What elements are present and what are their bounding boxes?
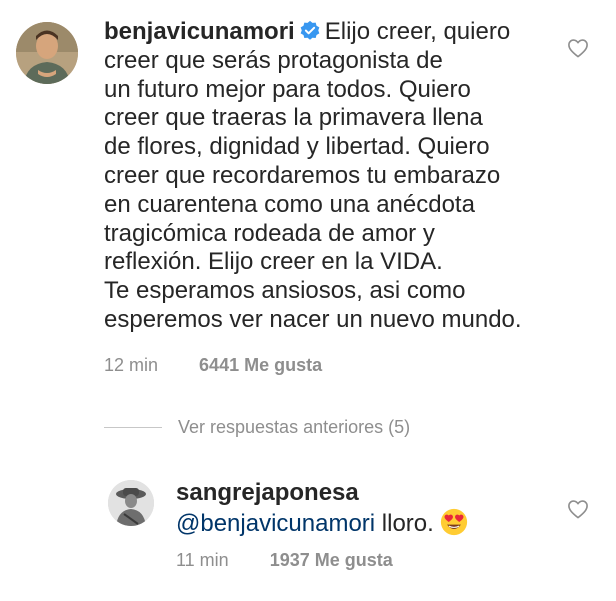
main-comment: benjavicunamori Elijo creer, quiero cree…	[0, 0, 616, 400]
replies-divider	[104, 426, 162, 428]
comment-body: benjavicunamori Elijo creer, quiero cree…	[104, 18, 554, 335]
heart-outline-icon[interactable]	[567, 38, 589, 58]
reply-username[interactable]: sangrejaponesa	[176, 478, 556, 508]
mention-link[interactable]: @benjavicunamori	[176, 510, 375, 537]
comment-text: Elijo creer, quiero creer que serás prot…	[104, 18, 522, 333]
avatar[interactable]	[16, 22, 78, 84]
reply-avatar[interactable]	[108, 480, 154, 526]
comment-meta: 12 min 6441 Me gusta	[104, 354, 322, 376]
view-previous-replies-label: Ver respuestas anteriores (5)	[178, 417, 411, 437]
reply-body: sangrejaponesa @benjavicunamori lloro.	[176, 478, 556, 539]
heart-eyes-emoji-icon	[440, 508, 467, 536]
reply-heart-outline-icon[interactable]	[567, 499, 589, 519]
view-previous-replies-button[interactable]: Ver respuestas anteriores (5)	[104, 414, 410, 440]
verified-badge-icon	[300, 20, 320, 40]
like-count[interactable]: 6441 Me gusta	[199, 354, 322, 376]
reply-time: 11 min	[176, 550, 229, 570]
reply-profile-photo	[108, 480, 154, 526]
reply-text-line: @benjavicunamori lloro.	[176, 508, 556, 539]
profile-photo	[16, 22, 78, 84]
username[interactable]: benjavicunamori	[104, 18, 295, 45]
reply-like-count[interactable]: 1937 Me gusta	[270, 549, 393, 571]
comment-time: 12 min	[104, 355, 159, 375]
reply-meta: 11 min 1937 Me gusta	[176, 549, 393, 571]
reply-text: lloro.	[381, 510, 434, 537]
